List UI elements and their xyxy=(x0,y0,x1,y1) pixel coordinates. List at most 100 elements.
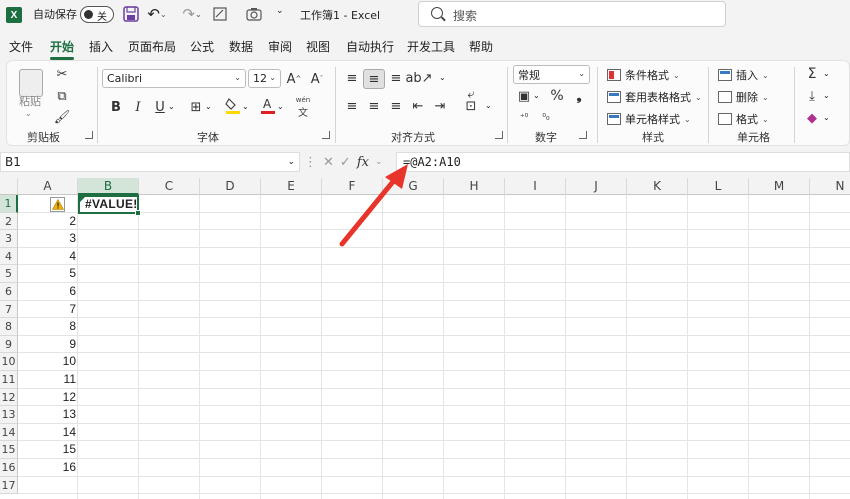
cancel-icon[interactable]: ✕ xyxy=(323,155,334,170)
accounting-dropdown-icon[interactable]: ⌄ xyxy=(533,91,540,100)
cell-a10[interactable]: 10 xyxy=(18,353,78,370)
decrease-indent-icon[interactable]: ⇤ xyxy=(409,97,427,115)
autosum-dropdown-icon[interactable]: ⌄ xyxy=(823,69,830,78)
tab-page-layout[interactable]: 页面布局 xyxy=(128,38,176,55)
format-painter-icon[interactable]: 🖌 xyxy=(53,108,71,126)
merge-dropdown-icon[interactable]: ⌄ xyxy=(485,101,492,110)
column-header-h[interactable]: H xyxy=(444,178,505,195)
cut-icon[interactable]: ✂ xyxy=(53,65,71,83)
insert-function-button[interactable]: fx xyxy=(357,155,369,170)
column-header-f[interactable]: F xyxy=(322,178,383,195)
tab-file[interactable]: 文件 xyxy=(9,38,33,55)
tab-insert[interactable]: 插入 xyxy=(89,38,113,55)
decrease-font-icon[interactable]: Aˇ xyxy=(308,70,326,88)
align-left-icon[interactable]: ≡ xyxy=(343,97,361,115)
clear-icon[interactable]: ◆ xyxy=(803,109,821,127)
cell-a6[interactable]: 6 xyxy=(18,283,78,300)
font-launcher-icon[interactable] xyxy=(322,131,330,139)
tab-developer[interactable]: 开发工具 xyxy=(407,38,455,55)
column-header-c[interactable]: C xyxy=(139,178,200,195)
column-header-d[interactable]: D xyxy=(200,178,261,195)
phonetic-guide-icon[interactable]: wén 文 xyxy=(294,96,312,119)
paste-button[interactable]: 粘贴 xyxy=(19,93,41,109)
fill-handle[interactable] xyxy=(135,210,141,216)
increase-indent-icon[interactable]: ⇥ xyxy=(431,97,449,115)
row-header-15[interactable]: 15 xyxy=(0,441,18,459)
row-header-9[interactable]: 9 xyxy=(0,335,18,354)
autosave-toggle[interactable]: 关 xyxy=(80,6,114,23)
cell-a9[interactable]: 9 xyxy=(18,336,78,353)
border-dropdown-icon[interactable]: ⌄ xyxy=(205,102,212,111)
border-icon[interactable]: ⊞ xyxy=(187,98,205,116)
increase-font-icon[interactable]: A ^ xyxy=(285,70,303,88)
row-header-8[interactable]: 8 xyxy=(0,318,18,336)
cell-styles-button[interactable]: 单元格样式 ⌄ xyxy=(607,111,691,127)
spreadsheet-grid[interactable]: A B C D E F G H I J K L M N 1 2 2 3 3 4 4 5 5 6 6 7 7 8 8 9 9 10 10 11 11 1… xyxy=(0,178,850,499)
fill-dropdown-icon[interactable]: ⌄ xyxy=(242,102,249,111)
font-name-select[interactable]: Calibri ⌄ xyxy=(102,69,246,88)
orientation-icon[interactable]: ab↗ xyxy=(405,69,432,87)
paste-dropdown-icon[interactable]: ⌄ xyxy=(25,109,32,118)
form-icon[interactable] xyxy=(213,7,227,21)
cell-a2[interactable]: 2 xyxy=(18,213,78,230)
cell-a16[interactable]: 16 xyxy=(18,459,78,476)
cell-a8[interactable]: 8 xyxy=(18,318,78,335)
cell-a12[interactable]: 12 xyxy=(18,389,78,406)
row-header-13[interactable]: 13 xyxy=(0,406,18,424)
increase-decimal-icon[interactable]: ⁺⁰ xyxy=(515,109,533,127)
accounting-format-icon[interactable]: ▣ xyxy=(515,87,533,105)
row-header-1[interactable]: 1 xyxy=(0,195,18,213)
format-cells-button[interactable]: 格式 ⌄ xyxy=(718,111,769,127)
align-bottom-icon[interactable]: ≡ xyxy=(387,69,405,87)
number-format-select[interactable]: 常规 ⌄ xyxy=(513,65,590,84)
column-header-n[interactable]: N xyxy=(810,178,850,195)
underline-button[interactable]: U xyxy=(151,98,169,116)
column-header-i[interactable]: I xyxy=(505,178,566,195)
row-header-10[interactable]: 10 xyxy=(0,353,18,371)
row-header-14[interactable]: 14 xyxy=(0,423,18,442)
cell-a4[interactable]: 4 xyxy=(18,248,78,265)
row-header-17[interactable]: 17 xyxy=(0,476,18,495)
insert-cells-button[interactable]: 插入 ⌄ xyxy=(718,67,769,83)
alignment-launcher-icon[interactable] xyxy=(495,131,503,139)
conditional-format-button[interactable]: 条件格式 ⌄ xyxy=(607,67,680,83)
column-header-a[interactable]: A xyxy=(18,178,78,195)
decrease-decimal-icon[interactable]: ⁰₀ xyxy=(537,109,555,127)
row-header-3[interactable]: 3 xyxy=(0,230,18,248)
select-all-corner[interactable] xyxy=(0,178,18,195)
align-middle-icon[interactable]: ≡ xyxy=(363,69,385,89)
column-header-b[interactable]: B xyxy=(78,178,139,195)
tab-data[interactable]: 数据 xyxy=(229,38,253,55)
row-header-7[interactable]: 7 xyxy=(0,300,18,319)
camera-icon[interactable] xyxy=(246,7,262,21)
row-header-5[interactable]: 5 xyxy=(0,265,18,283)
font-color-icon[interactable]: A xyxy=(259,96,277,114)
row-header-16[interactable]: 16 xyxy=(0,459,18,477)
format-as-table-button[interactable]: 套用表格格式 ⌄ xyxy=(607,89,702,105)
comma-style-icon[interactable]: ❟ xyxy=(570,87,588,105)
column-header-m[interactable]: M xyxy=(749,178,810,195)
orientation-dropdown-icon[interactable]: ⌄ xyxy=(439,73,446,82)
cell-a5[interactable]: 5 xyxy=(18,265,78,282)
column-header-j[interactable]: J xyxy=(566,178,627,195)
cell-b1[interactable]: #VALUE! xyxy=(78,195,141,216)
cell-a13[interactable]: 13 xyxy=(18,406,78,423)
cell-a15[interactable]: 15 xyxy=(18,441,78,458)
row-header-2[interactable]: 2 xyxy=(0,212,18,231)
column-header-e[interactable]: E xyxy=(261,178,322,195)
tab-help[interactable]: 帮助 xyxy=(469,38,493,55)
align-center-icon[interactable]: ≡ xyxy=(365,97,383,115)
align-right-icon[interactable]: ≡ xyxy=(387,97,405,115)
fill-dropdown-icon[interactable]: ⌄ xyxy=(823,91,830,100)
italic-button[interactable]: I xyxy=(129,98,147,116)
formula-input[interactable]: =@A2:A10 xyxy=(396,152,850,172)
fill-color-icon[interactable] xyxy=(224,96,242,114)
row-header-6[interactable]: 6 xyxy=(0,283,18,301)
column-header-k[interactable]: K xyxy=(627,178,688,195)
search-input[interactable]: 搜索 xyxy=(418,1,726,27)
error-warning-icon[interactable] xyxy=(50,197,65,212)
clear-dropdown-icon[interactable]: ⌄ xyxy=(823,113,830,122)
fill-down-icon[interactable]: ⤓ xyxy=(803,87,821,105)
redo-icon[interactable]: ↷ ⌄ xyxy=(182,5,201,23)
tab-formulas[interactable]: 公式 xyxy=(190,38,214,55)
